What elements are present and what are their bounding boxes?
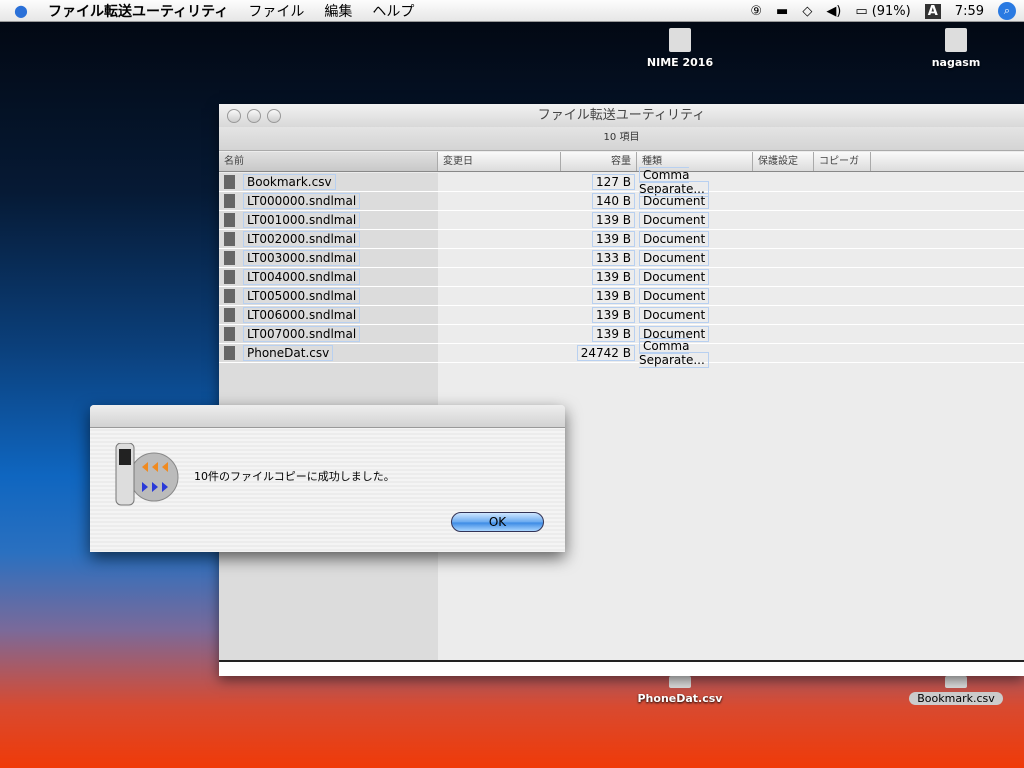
file-name: LT003000.sndlmal [243, 250, 361, 266]
file-row[interactable]: Bookmark.csv 127 B Comma Separate... [219, 167, 1024, 197]
file-size: 133 B [592, 250, 635, 266]
file-name: LT004000.sndlmal [243, 269, 361, 285]
file-size: 127 B [592, 174, 635, 190]
col-protection[interactable]: 保護設定 [753, 152, 814, 171]
file-kind: Document [639, 307, 710, 323]
file-size: 139 B [592, 212, 635, 228]
dialog-titlebar [90, 405, 565, 428]
file-row[interactable]: LT000000.sndlmal 140 B Document [219, 192, 1024, 211]
alert-dialog: 10件のファイルコピーに成功しました。 OK [90, 405, 565, 552]
file-size: 139 B [592, 231, 635, 247]
input-method-icon[interactable]: A [924, 3, 941, 19]
document-icon [224, 327, 235, 341]
document-icon [224, 270, 235, 284]
volume-icon[interactable]: ◀) [826, 4, 841, 19]
desktop-icon-nagasm[interactable]: nagasm [906, 28, 1006, 69]
file-kind: Document [639, 231, 710, 247]
clock[interactable]: 7:59 [955, 4, 984, 19]
file-kind: Document [639, 193, 710, 209]
file-kind: Document [639, 250, 710, 266]
desktop-icon-phonedat[interactable]: PhoneDat.csv [630, 676, 730, 705]
window-titlebar[interactable]: ファイル転送ユーティリティ [219, 104, 1024, 127]
spotlight-icon[interactable]: ⌕ [998, 2, 1016, 20]
window-title: ファイル転送ユーティリティ [537, 108, 706, 123]
file-name: Bookmark.csv [243, 174, 336, 190]
file-size: 139 B [592, 307, 635, 323]
file-name: LT000000.sndlmal [243, 193, 361, 209]
col-name[interactable]: 名前 [219, 152, 438, 171]
menu-file[interactable]: ファイル [238, 1, 314, 21]
document-icon [224, 346, 235, 360]
file-row[interactable]: PhoneDat.csv 24742 B Comma Separate... [219, 338, 1024, 368]
menu-app[interactable]: ファイル転送ユーティリティ [38, 1, 238, 21]
document-icon [224, 175, 235, 189]
file-kind: Document [639, 269, 710, 285]
file-transfer-window: ファイル転送ユーティリティ 10 項目 名前 変更日 容量 種類 保護設定 コピ… [219, 104, 1024, 676]
document-icon [224, 232, 235, 246]
col-size[interactable]: 容量 [561, 152, 637, 171]
close-button[interactable] [227, 109, 241, 123]
file-name: LT005000.sndlmal [243, 288, 361, 304]
file-row[interactable]: LT002000.sndlmal 139 B Document [219, 230, 1024, 249]
file-name: LT002000.sndlmal [243, 231, 361, 247]
col-modified[interactable]: 変更日 [438, 152, 561, 171]
file-kind: Comma Separate... [639, 338, 709, 368]
horizontal-scrollbar[interactable] [219, 660, 1024, 676]
desktop-icon-bookmark[interactable]: Bookmark.csv [906, 676, 1006, 705]
menu-edit[interactable]: 編集 [314, 1, 362, 21]
file-size: 139 B [592, 269, 635, 285]
file-kind: Document [639, 212, 710, 228]
ok-button[interactable]: OK [451, 512, 544, 532]
file-row[interactable]: LT005000.sndlmal 139 B Document [219, 287, 1024, 306]
script-menu-icon[interactable]: ⑨ [750, 4, 762, 19]
column-header: 名前 変更日 容量 種類 保護設定 コピーガード [219, 152, 1024, 187]
file-row[interactable]: LT003000.sndlmal 133 B Document [219, 249, 1024, 268]
document-icon [224, 194, 235, 208]
document-icon [224, 289, 235, 303]
file-icon [945, 676, 967, 688]
dialog-message: 10件のファイルコピーに成功しました。 [194, 470, 395, 483]
battery-icon[interactable]: ▭ [855, 4, 867, 19]
document-icon [224, 308, 235, 322]
file-row[interactable]: LT001000.sndlmal 139 B Document [219, 211, 1024, 230]
file-kind: Document [639, 288, 710, 304]
wifi-icon[interactable]: ◇ [802, 4, 812, 19]
file-row[interactable]: LT006000.sndlmal 139 B Document [219, 306, 1024, 325]
apple-menu-icon[interactable]: ● [14, 1, 32, 20]
display-icon[interactable]: ▬ [776, 4, 788, 19]
file-icon [669, 676, 691, 688]
minimize-button[interactable] [247, 109, 261, 123]
item-count: 10 項目 [219, 127, 1024, 151]
file-row[interactable]: LT004000.sndlmal 139 B Document [219, 268, 1024, 287]
file-name: LT006000.sndlmal [243, 307, 361, 323]
hard-drive-icon [945, 28, 967, 52]
file-size: 139 B [592, 326, 635, 342]
file-row[interactable]: LT007000.sndlmal 139 B Document [219, 325, 1024, 344]
desktop-icon-nime[interactable]: NIME 2016 [630, 28, 730, 69]
menu-help[interactable]: ヘルプ [362, 1, 424, 21]
file-size: 139 B [592, 288, 635, 304]
file-name: LT001000.sndlmal [243, 212, 361, 228]
file-name: LT007000.sndlmal [243, 326, 361, 342]
disk-icon [669, 28, 691, 52]
file-size: 140 B [592, 193, 635, 209]
menu-bar: ● ファイル転送ユーティリティ ファイル 編集 ヘルプ ⑨ ▬ ◇ ◀) ▭ (… [0, 0, 1024, 22]
col-copyguard[interactable]: コピーガード [814, 152, 871, 187]
battery-percent: (91%) [871, 3, 911, 19]
zoom-button[interactable] [267, 109, 281, 123]
file-size: 24742 B [576, 345, 635, 361]
document-icon [224, 213, 235, 227]
phone-transfer-icon [115, 443, 179, 506]
document-icon [224, 251, 235, 265]
file-name: PhoneDat.csv [243, 345, 334, 361]
